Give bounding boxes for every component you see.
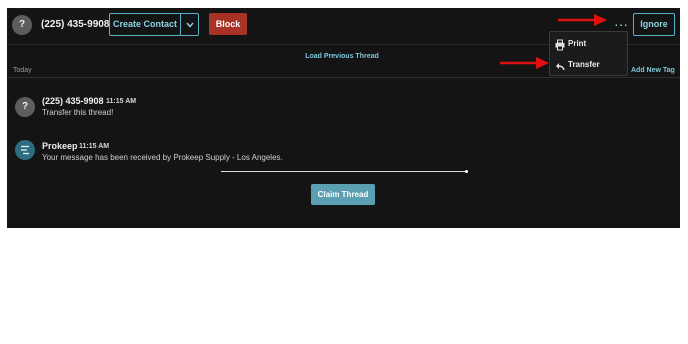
ignore-button[interactable]: Ignore	[633, 13, 675, 36]
divider	[7, 77, 680, 78]
printer-icon	[555, 38, 565, 51]
create-contact-button[interactable]: Create Contact	[110, 14, 180, 35]
message-body: Transfer this thread!	[42, 108, 114, 117]
more-actions-menu: Print Transfer	[549, 31, 628, 76]
message-time: 11:15 AM	[79, 143, 110, 150]
menu-item-label: Transfer	[568, 60, 600, 69]
claim-thread-button[interactable]: Claim Thread	[311, 184, 375, 205]
conversation-panel: ? (225) 435-9908 Create Contact Block ··…	[7, 8, 680, 228]
contact-avatar: ?	[12, 15, 32, 35]
annotation-arrow	[500, 57, 549, 69]
menu-item-transfer[interactable]: Transfer	[550, 55, 627, 75]
date-separator: Today	[13, 67, 32, 74]
chevron-down-icon[interactable]	[181, 14, 199, 35]
add-new-tag-link[interactable]: Add New Tag	[631, 67, 675, 74]
thread-divider-dot	[465, 170, 468, 173]
annotation-arrow	[558, 14, 607, 26]
load-previous-thread-link[interactable]: Load Previous Thread	[297, 53, 387, 60]
message-sender: Prokeep	[42, 141, 78, 151]
thread-divider-line	[221, 171, 467, 172]
menu-item-print[interactable]: Print	[550, 34, 627, 54]
list-lines-icon	[15, 140, 35, 160]
message-body: Your message has been received by Prokee…	[42, 153, 283, 162]
block-button[interactable]: Block	[209, 13, 247, 35]
create-contact-button-group: Create Contact	[109, 13, 199, 36]
menu-item-label: Print	[568, 39, 587, 48]
reply-arrow-icon	[555, 59, 565, 71]
message-sender: (225) 435-9908	[42, 96, 104, 106]
message-avatar: ?	[15, 97, 35, 117]
contact-phone: (225) 435-9908	[41, 19, 110, 30]
message-time: 11:15 AM	[106, 98, 137, 105]
